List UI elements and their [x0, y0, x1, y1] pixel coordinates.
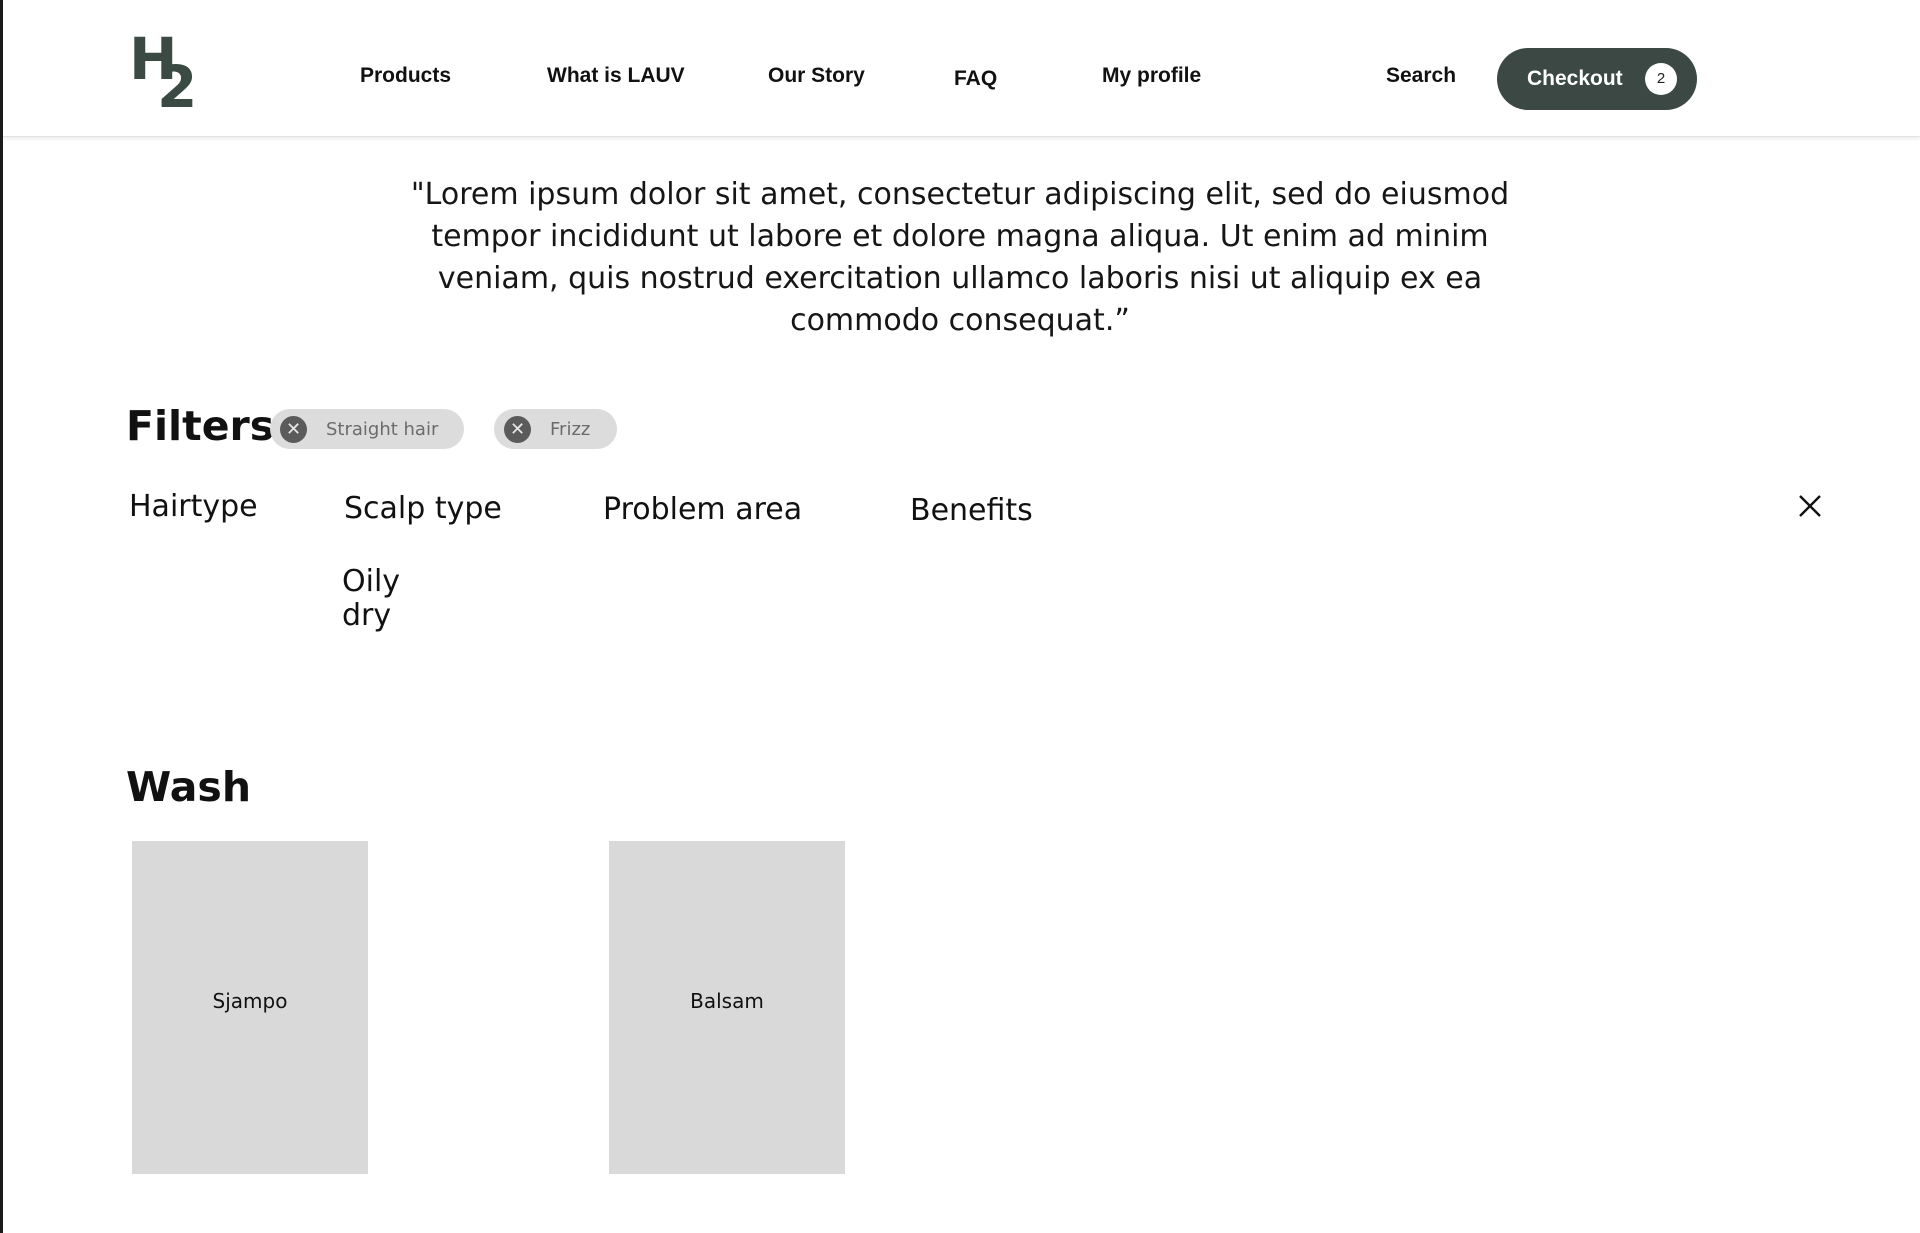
nav-our-story[interactable]: Our Story	[768, 62, 865, 90]
wash-heading: Wash	[126, 763, 252, 811]
nav-products[interactable]: Products	[360, 62, 451, 90]
filter-category-scalp-type[interactable]: Scalp type	[344, 490, 502, 528]
close-circle-icon[interactable]: ✕	[280, 416, 307, 443]
product-card-balsam[interactable]: Balsam	[609, 841, 845, 1174]
filter-category-problem-area[interactable]: Problem area	[603, 491, 802, 529]
scalp-option-oily[interactable]: Oily	[342, 564, 400, 600]
active-filter-chip-straight-hair[interactable]: ✕ Straight hair	[270, 409, 464, 449]
cart-count-badge: 2	[1645, 63, 1677, 95]
chip-label: Frizz	[550, 419, 591, 440]
logo-subscript: 2	[157, 53, 198, 121]
search-link[interactable]: Search	[1386, 62, 1456, 90]
product-name: Sjampo	[212, 989, 288, 1013]
intro-quote: "Lorem ipsum dolor sit amet, consectetur…	[410, 177, 1510, 338]
nav-what-is-lauv[interactable]: What is LAUV	[547, 62, 685, 90]
filters-heading: Filters	[126, 402, 275, 450]
close-circle-icon[interactable]: ✕	[504, 416, 531, 443]
checkout-label: Checkout	[1527, 67, 1623, 90]
top-nav-bar: H 2 Products What is LAUV Our Story FAQ …	[3, 0, 1920, 137]
product-card-sjampo[interactable]: Sjampo	[132, 841, 368, 1174]
filter-category-hairtype[interactable]: Hairtype	[129, 488, 258, 526]
checkout-button[interactable]: Checkout 2	[1497, 48, 1697, 110]
nav-faq[interactable]: FAQ	[954, 65, 997, 93]
scalp-option-dry[interactable]: dry	[342, 598, 391, 634]
active-filter-chip-frizz[interactable]: ✕ Frizz	[494, 409, 617, 449]
chip-label: Straight hair	[326, 419, 439, 440]
product-name: Balsam	[690, 989, 764, 1013]
left-border	[0, 0, 3, 1233]
nav-my-profile[interactable]: My profile	[1102, 62, 1201, 90]
filter-category-benefits[interactable]: Benefits	[910, 492, 1033, 530]
h2-logo[interactable]: H 2	[129, 30, 201, 121]
close-icon[interactable]	[1794, 490, 1826, 522]
